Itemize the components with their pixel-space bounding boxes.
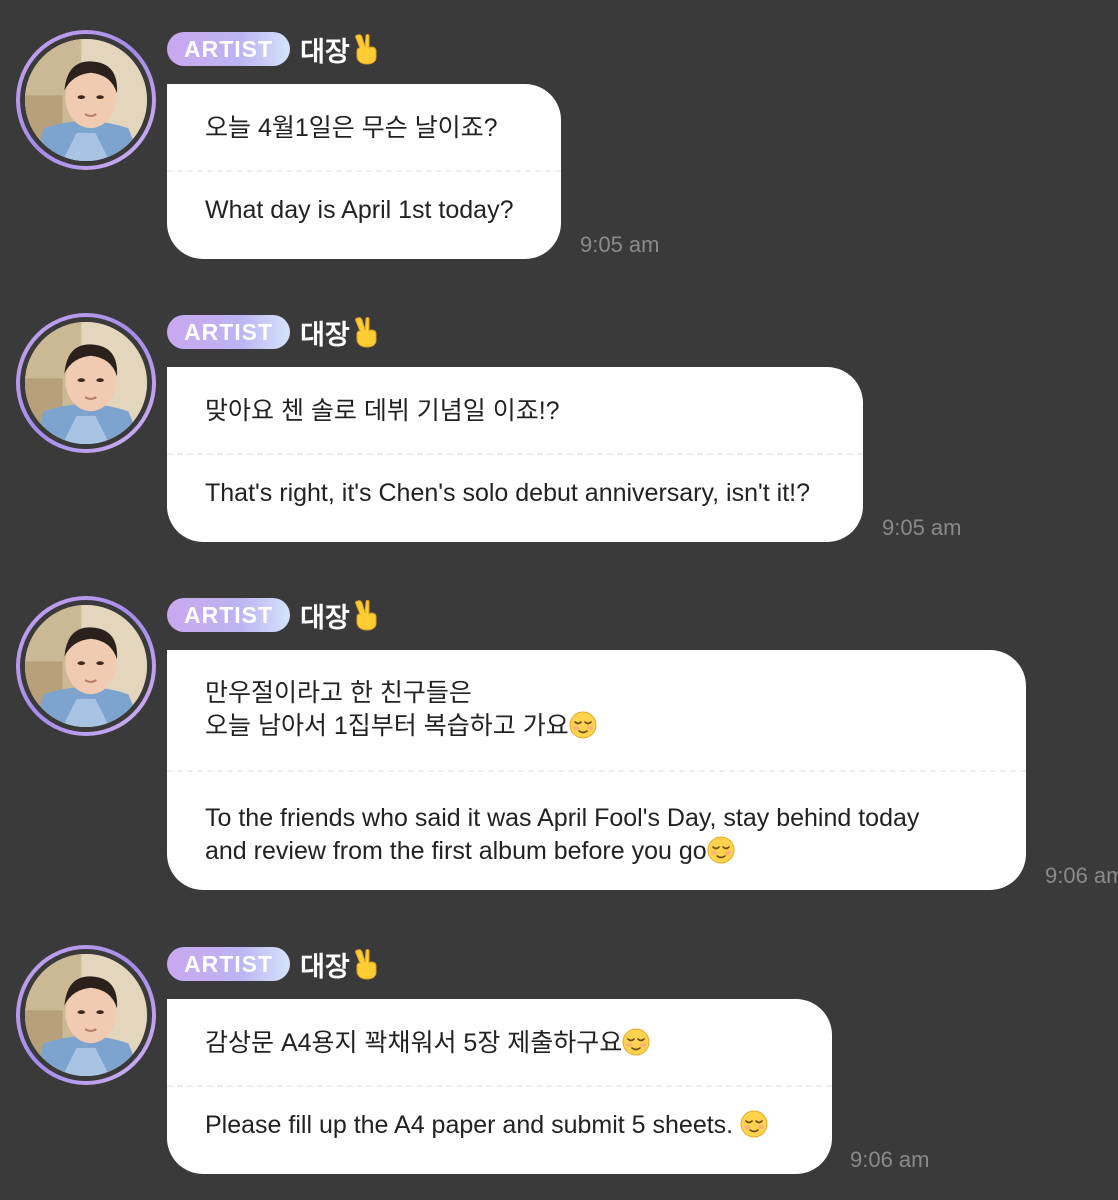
sender-name-text: 대장 (300, 951, 350, 982)
korean-text: 감상문 A4용지 꽉채워서 5장 제출하구요 (167, 999, 832, 1085)
victory-hand-icon (352, 599, 380, 631)
korean-line-text: 오늘 남아서 1집부터 복습하고 가요 (205, 712, 569, 740)
korean-text: 오늘 4월1일은 무슨 날이죠? (205, 114, 498, 142)
english-line-text: and review from the first album before y… (205, 837, 707, 865)
artist-avatar[interactable] (16, 596, 156, 736)
sender-name-text: 대장 (300, 319, 350, 350)
message-bubble[interactable]: 오늘 4월1일은 무슨 날이죠? What day is April 1st t… (167, 84, 561, 259)
artist-badge: ARTIST (167, 315, 291, 349)
chat-message: ARTIST 대장 맞아요 첸 솔로 데뷔 기념일 이죠!? That's ri… (0, 283, 1118, 563)
artist-avatar[interactable] (16, 313, 156, 453)
artist-avatar[interactable] (16, 945, 156, 1085)
artist-badge: ARTIST (167, 598, 291, 632)
sender-name: 대장 (300, 313, 380, 352)
korean-text: 맞아요 첸 솔로 데뷔 기념일 이죠!? (205, 397, 560, 425)
message-bubble[interactable]: 맞아요 첸 솔로 데뷔 기념일 이죠!? That's right, it's … (167, 367, 863, 542)
english-line: and review from the first album before y… (205, 835, 988, 868)
sender-row: ARTIST 대장 (167, 596, 380, 635)
sender-name: 대장 (300, 945, 380, 984)
chat-message: ARTIST 대장 오늘 4월1일은 무슨 날이죠? What day is A… (0, 0, 1118, 280)
message-timestamp: 9:05 am (580, 232, 660, 257)
korean-line-text: 감상문 A4용지 꽉채워서 5장 제출하구요 (205, 1029, 623, 1057)
victory-hand-icon (352, 33, 380, 65)
chat-message: ARTIST 대장 만우절이라고 한 친구들은 오늘 남아서 1집부터 복습하고… (0, 566, 1118, 906)
message-timestamp: 9:05 am (882, 515, 962, 540)
english-line: To the friends who said it was April Foo… (205, 804, 920, 832)
english-text: To the friends who said it was April Foo… (167, 772, 1026, 868)
korean-text: 만우절이라고 한 친구들은 오늘 남아서 1집부터 복습하고 가요 (167, 650, 1026, 770)
victory-hand-icon (352, 316, 380, 348)
relieved-face-icon (740, 1110, 768, 1138)
english-text: Please fill up the A4 paper and submit 5… (167, 1087, 832, 1142)
relieved-face-icon (622, 1028, 650, 1056)
sender-name: 대장 (300, 596, 380, 635)
sender-row: ARTIST 대장 (167, 30, 380, 69)
korean-line: 오늘 남아서 1집부터 복습하고 가요 (205, 710, 988, 743)
relieved-face-icon (569, 711, 597, 739)
relieved-face-icon (707, 836, 735, 864)
english-text: What day is April 1st today? (205, 196, 514, 224)
korean-line: 만우절이라고 한 친구들은 (205, 679, 472, 707)
sender-row: ARTIST 대장 (167, 945, 380, 984)
message-timestamp: 9:06 am (1045, 863, 1118, 888)
english-line-text: Please fill up the A4 paper and submit 5… (205, 1111, 741, 1139)
message-bubble[interactable]: 만우절이라고 한 친구들은 오늘 남아서 1집부터 복습하고 가요 To the… (167, 650, 1026, 890)
chat-message: ARTIST 대장 감상문 A4용지 꽉채워서 5장 제출하구요 Please … (0, 915, 1118, 1200)
sender-name-text: 대장 (300, 602, 350, 633)
artist-badge: ARTIST (167, 32, 291, 66)
message-bubble[interactable]: 감상문 A4용지 꽉채워서 5장 제출하구요 Please fill up th… (167, 999, 832, 1174)
victory-hand-icon (352, 948, 380, 980)
artist-badge: ARTIST (167, 947, 291, 981)
sender-name-text: 대장 (300, 36, 350, 67)
english-text: That's right, it's Chen's solo debut ann… (205, 479, 811, 507)
sender-row: ARTIST 대장 (167, 313, 380, 352)
artist-avatar[interactable] (16, 30, 156, 170)
message-timestamp: 9:06 am (850, 1147, 930, 1172)
sender-name: 대장 (300, 30, 380, 69)
